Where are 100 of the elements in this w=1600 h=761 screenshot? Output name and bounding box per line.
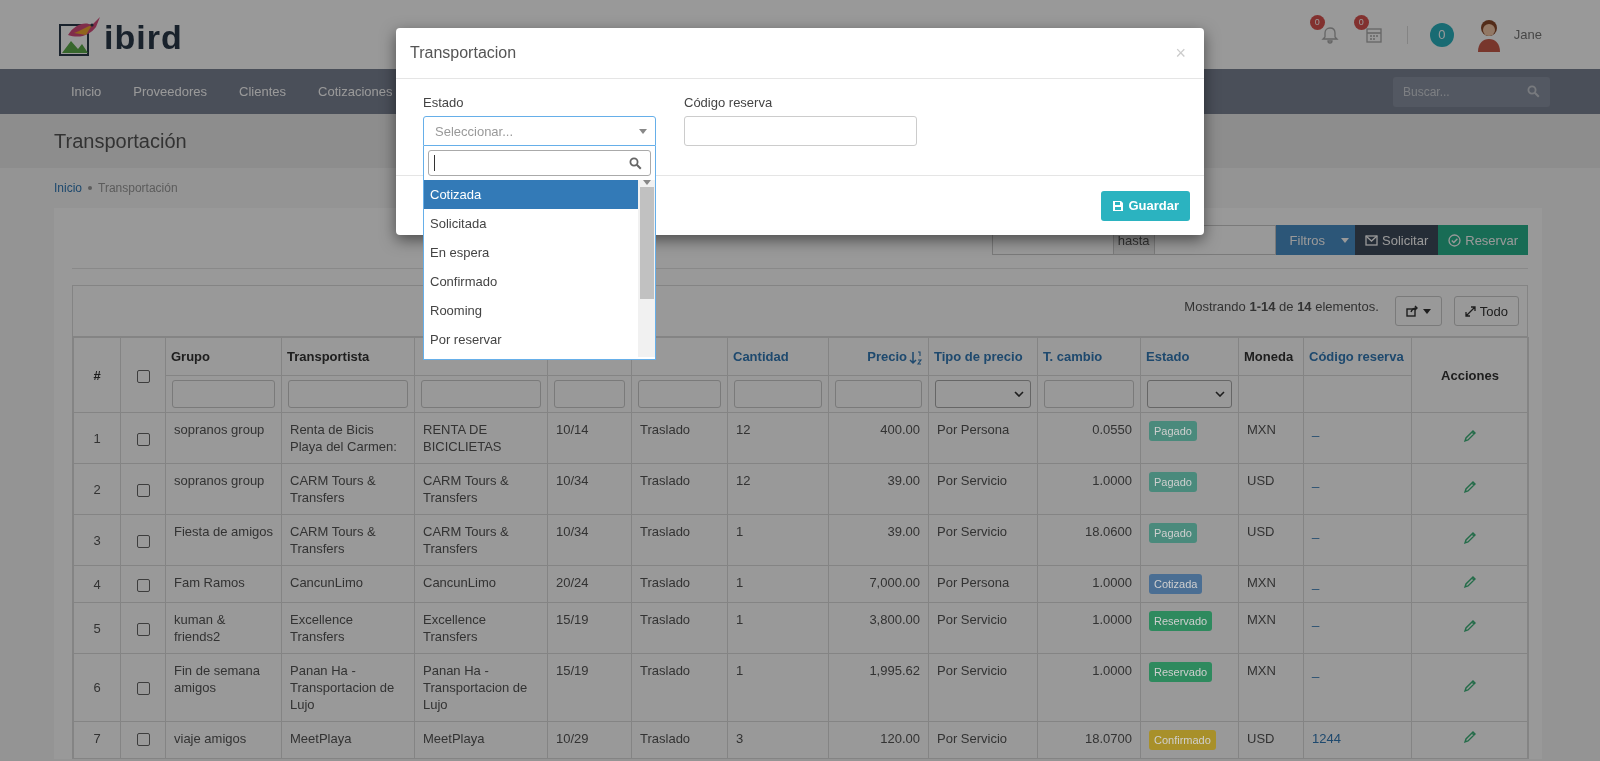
edit-icon[interactable] — [1463, 429, 1477, 443]
edit-icon[interactable] — [1463, 619, 1477, 633]
user-name[interactable]: Jane — [1513, 27, 1542, 42]
dropdown-option[interactable]: Solicitada — [424, 209, 638, 238]
avatar-icon[interactable] — [1475, 17, 1502, 52]
filter-field[interactable] — [421, 380, 541, 408]
reserve-button[interactable]: Reservar — [1438, 225, 1528, 255]
table-cell: Panan Ha - Transportacion de Lujo — [423, 663, 528, 712]
breadcrumb-current: Transportación — [98, 181, 178, 195]
status-badge: Pagado — [1149, 523, 1197, 543]
table-cell: Por Servicio — [937, 524, 1008, 539]
row-checkbox[interactable] — [136, 483, 150, 497]
filter-field[interactable] — [734, 380, 822, 408]
nav-item[interactable]: Proveedores — [117, 84, 224, 99]
booking-code-link[interactable]: 1244 — [1312, 731, 1341, 746]
select-all-checkbox[interactable] — [136, 369, 150, 383]
dropdown-option[interactable]: Confirmado — [424, 267, 638, 296]
table-cell: 39.00 — [887, 524, 920, 539]
row-checkbox[interactable] — [136, 432, 150, 446]
table-cell: 18.0600 — [1085, 524, 1132, 539]
edit-icon[interactable] — [1463, 480, 1477, 494]
scrollbar[interactable] — [638, 180, 655, 357]
table-cell: Por Persona — [937, 422, 1010, 437]
row-number: 1 — [93, 430, 101, 446]
table-cell: 7,000.00 — [869, 575, 920, 590]
row-checkbox[interactable] — [136, 534, 150, 548]
filter-field[interactable] — [1044, 380, 1134, 408]
edit-icon[interactable] — [1463, 678, 1477, 693]
status-badge: Pagado — [1149, 472, 1197, 492]
booking-code-link[interactable]: _ — [1312, 473, 1320, 488]
request-button[interactable]: Solicitar — [1355, 225, 1439, 255]
column-header: Transportista — [287, 349, 370, 364]
edit-icon[interactable] — [1463, 575, 1477, 589]
table-cell: MeetPlaya — [290, 731, 352, 746]
booking-code-link[interactable]: _ — [1312, 612, 1320, 627]
message-count[interactable]: 0 — [1429, 22, 1454, 47]
booking-code-link[interactable]: _ — [1312, 663, 1320, 678]
status-select[interactable]: Seleccionar... — [423, 116, 656, 146]
table-cell: 10/14 — [556, 422, 589, 437]
table-cell: Por Persona — [937, 575, 1010, 590]
filter-select[interactable] — [935, 380, 1031, 408]
table-cell: sopranos group — [174, 473, 265, 488]
dropdown-option[interactable]: Rooming — [424, 296, 638, 325]
dropdown-search-field[interactable] — [428, 150, 651, 176]
table-cell: 3,800.00 — [869, 612, 920, 627]
dropdown-option[interactable]: Por reservar — [424, 325, 638, 354]
caret-icon — [1341, 237, 1349, 243]
row-number: 3 — [93, 532, 101, 548]
table-cell: Excellence Transfers — [290, 612, 353, 644]
column-header: Acciones — [1411, 337, 1529, 413]
save-button[interactable]: Guardar — [1101, 190, 1190, 221]
filter-field[interactable] — [638, 380, 721, 408]
status-badge: Reservado — [1149, 611, 1213, 631]
booking-code-link[interactable]: _ — [1312, 524, 1320, 539]
table-cell: 15/19 — [556, 612, 589, 627]
field-label: Código reserva — [684, 94, 774, 111]
table-cell: 1 — [736, 575, 744, 590]
row-checkbox[interactable] — [136, 622, 150, 636]
filter-select[interactable] — [1147, 380, 1232, 408]
table-cell: Fiesta de amigos — [174, 524, 273, 539]
filter-button[interactable]: Filtros — [1275, 225, 1355, 255]
row-checkbox[interactable] — [136, 578, 150, 592]
filter-field[interactable] — [835, 380, 922, 408]
row-checkbox[interactable] — [136, 682, 150, 696]
filter-field[interactable] — [554, 380, 625, 408]
breadcrumb-link[interactable]: Inicio — [54, 181, 82, 195]
booking-code-link[interactable]: _ — [1312, 575, 1320, 590]
booking-code-field[interactable] — [684, 116, 917, 146]
table-cell: CARM Tours & Transfers — [290, 524, 376, 556]
export-button[interactable] — [1394, 296, 1442, 326]
chevron-icon — [1215, 391, 1225, 397]
filter-field[interactable] — [288, 380, 408, 408]
table-cell: 1.0000 — [1092, 663, 1132, 678]
calendar-icon — [1364, 25, 1383, 44]
dropdown-option[interactable]: Cotizada — [424, 180, 638, 209]
column-header[interactable]: Estado — [1146, 349, 1190, 364]
table-cell: MXN — [1247, 422, 1276, 437]
sort-icon[interactable] — [909, 350, 923, 365]
table-cell: CARM Tours & Transfers — [290, 473, 376, 505]
table-cell: 3 — [736, 731, 744, 746]
row-checkbox[interactable] — [136, 733, 150, 747]
table-cell: 1,995.62 — [869, 663, 920, 678]
bell-icon — [1320, 25, 1339, 44]
table-cell: 1 — [736, 524, 744, 539]
edit-icon[interactable] — [1463, 531, 1477, 545]
nav-item[interactable]: Clientes — [223, 84, 303, 99]
dropdown-option[interactable]: En espera — [424, 238, 638, 267]
nav-item[interactable]: Inicio — [55, 84, 118, 99]
row-number: 6 — [93, 680, 101, 695]
table-cell: 12 — [736, 473, 751, 488]
table-cell: sopranos group — [174, 422, 265, 437]
status-badge: Reservado — [1149, 662, 1213, 682]
table-cell: Fin de semana amigos — [174, 663, 260, 695]
table-cell: 1.0000 — [1092, 612, 1132, 627]
booking-code-link[interactable]: _ — [1312, 422, 1320, 437]
edit-icon[interactable] — [1463, 730, 1477, 744]
column-header[interactable]: Precio — [867, 349, 907, 364]
table-cell: 15/19 — [556, 663, 589, 678]
filter-field[interactable] — [172, 380, 275, 408]
expand-button[interactable]: Todo — [1453, 296, 1519, 326]
